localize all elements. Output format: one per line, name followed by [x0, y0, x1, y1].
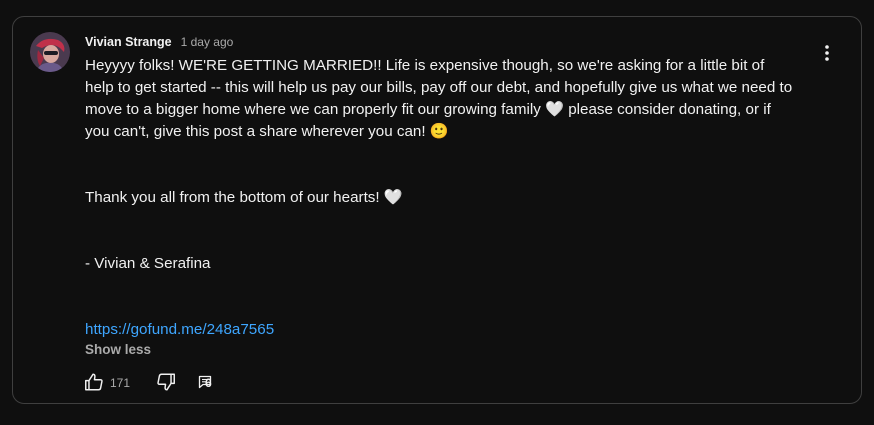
show-less-button[interactable]: Show less: [85, 342, 151, 357]
like-button[interactable]: [83, 371, 105, 398]
post-paragraph: Thank you all from the bottom of our hea…: [85, 189, 403, 206]
avatar-image: [30, 32, 70, 72]
post-paragraph: - Vivian & Serafina: [85, 255, 211, 272]
dislike-button[interactable]: [155, 371, 177, 398]
post-header: Vivian Strange 1 day ago: [85, 35, 233, 49]
more-vertical-icon: [825, 45, 829, 61]
community-post-card: Vivian Strange 1 day ago Heyyyy folks! W…: [12, 16, 862, 404]
post-timestamp[interactable]: 1 day ago: [181, 35, 234, 49]
thumbs-up-icon: [85, 373, 103, 391]
post-actions-bar: 171 6: [83, 371, 283, 395]
like-count: 171: [110, 376, 131, 390]
more-actions-button[interactable]: [817, 41, 837, 65]
thumbs-down-icon: [157, 373, 175, 391]
author-avatar[interactable]: [30, 32, 70, 72]
donation-link[interactable]: https://gofund.me/248a7565: [85, 321, 274, 338]
author-name[interactable]: Vivian Strange: [85, 35, 172, 49]
post-paragraph: Heyyyy folks! WE'RE GETTING MARRIED!! Li…: [85, 57, 793, 140]
post-body: Heyyyy folks! WE'RE GETTING MARRIED!! Li…: [85, 55, 795, 341]
reply-count[interactable]: 6: [205, 376, 212, 390]
